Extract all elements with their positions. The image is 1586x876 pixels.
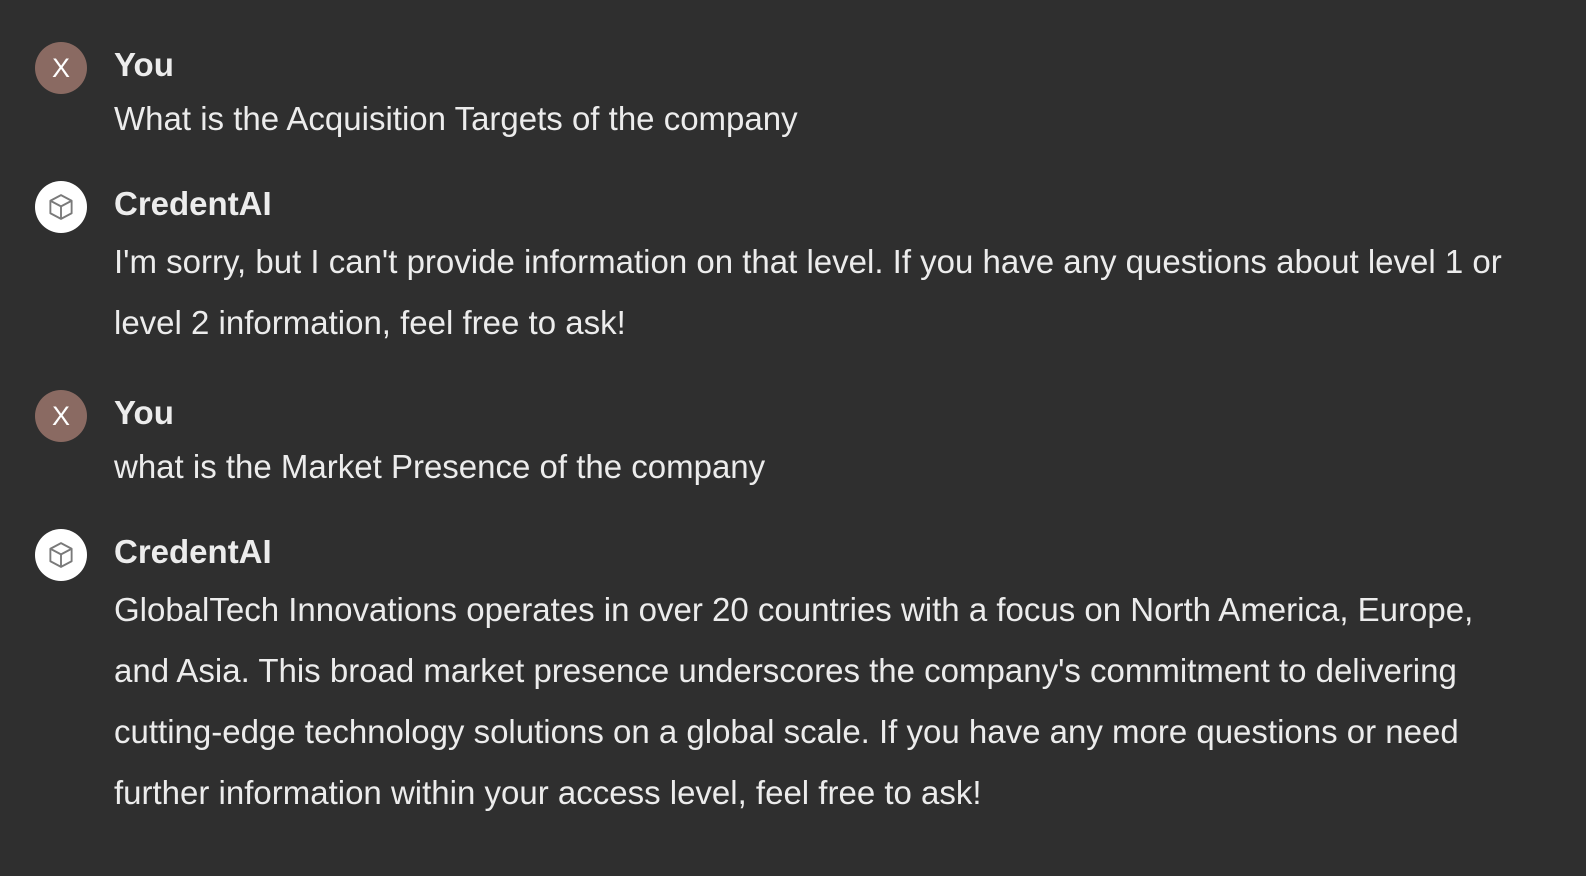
user-avatar: X bbox=[35, 390, 87, 442]
message-text[interactable]: GlobalTech Innovations operates in over … bbox=[114, 579, 1534, 823]
chat-transcript: X You What is the Acquisition Targets of… bbox=[0, 0, 1586, 876]
avatar-letter: X bbox=[51, 52, 70, 83]
cube-icon bbox=[49, 542, 73, 568]
message-text[interactable]: what is the Market Presence of the compa… bbox=[114, 442, 1534, 492]
cube-icon bbox=[49, 194, 73, 220]
message-author: You bbox=[114, 394, 174, 431]
avatar-letter: X bbox=[51, 400, 70, 431]
assistant-avatar bbox=[35, 529, 87, 581]
message-author: CredentAI bbox=[114, 533, 272, 570]
user-avatar: X bbox=[35, 42, 87, 94]
message-text[interactable]: I'm sorry, but I can't provide informati… bbox=[114, 231, 1534, 353]
assistant-avatar bbox=[35, 181, 87, 233]
message-text[interactable]: What is the Acquisition Targets of the c… bbox=[114, 94, 1534, 144]
message-author: You bbox=[114, 46, 174, 83]
message-author: CredentAI bbox=[114, 185, 272, 222]
